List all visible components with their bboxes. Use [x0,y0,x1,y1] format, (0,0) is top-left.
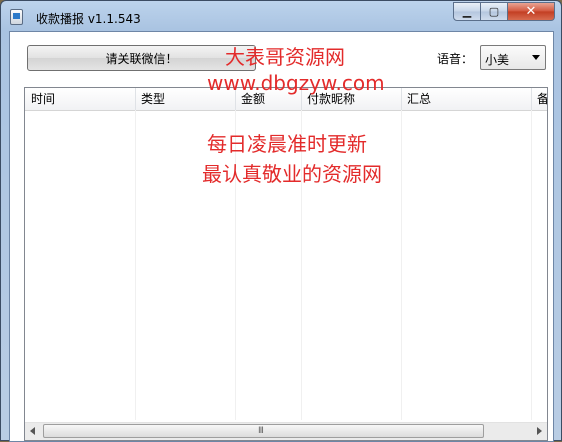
voice-selected-value: 小美 [485,53,510,67]
minimize-button[interactable]: ▁ [453,2,481,21]
close-button[interactable]: ✕ [508,2,555,21]
watermark-line-3: 每日凌晨准时更新 [207,132,367,156]
maximize-button[interactable]: ▢ [481,2,508,21]
watermark-line-1: 大表哥资源网 [225,45,345,69]
scroll-left-arrow-icon[interactable] [25,423,42,440]
column-gridline [135,110,136,420]
column-header-remark[interactable]: 备 [531,88,547,110]
window-title: 收款播报 v1.1.543 [36,12,141,26]
watermark-line-2: www.dbgzyw.com [207,71,385,95]
close-icon: ✕ [525,4,537,19]
caption-buttons: ▁ ▢ ✕ [453,2,555,22]
voice-label: 语音： [437,52,474,66]
column-header-summary[interactable]: 汇总 [401,88,531,110]
maximize-icon: ▢ [488,5,500,18]
app-icon [10,9,23,25]
grip-icon: III [258,426,264,436]
title-bar[interactable]: 收款播报 v1.1.543 ▁ ▢ ✕ [1,1,561,32]
scrollbar-thumb[interactable]: III [43,424,484,438]
column-gridline [401,110,402,420]
minimize-icon: ▁ [462,5,472,18]
chevron-down-icon [532,55,540,60]
watermark-line-4: 最认真敬业的资源网 [202,162,382,186]
column-header-time[interactable]: 时间 [25,88,135,110]
column-gridline [531,110,532,420]
app-window: 收款播报 v1.1.543 ▁ ▢ ✕ 请关联微信！ 语音： 小美 时间 类型 … [0,0,562,442]
scroll-right-arrow-icon[interactable] [530,423,547,440]
voice-select[interactable]: 小美 [480,45,546,70]
follow-wechat-button[interactable]: 请关联微信！ [27,45,256,71]
horizontal-scrollbar[interactable]: III [25,422,547,440]
